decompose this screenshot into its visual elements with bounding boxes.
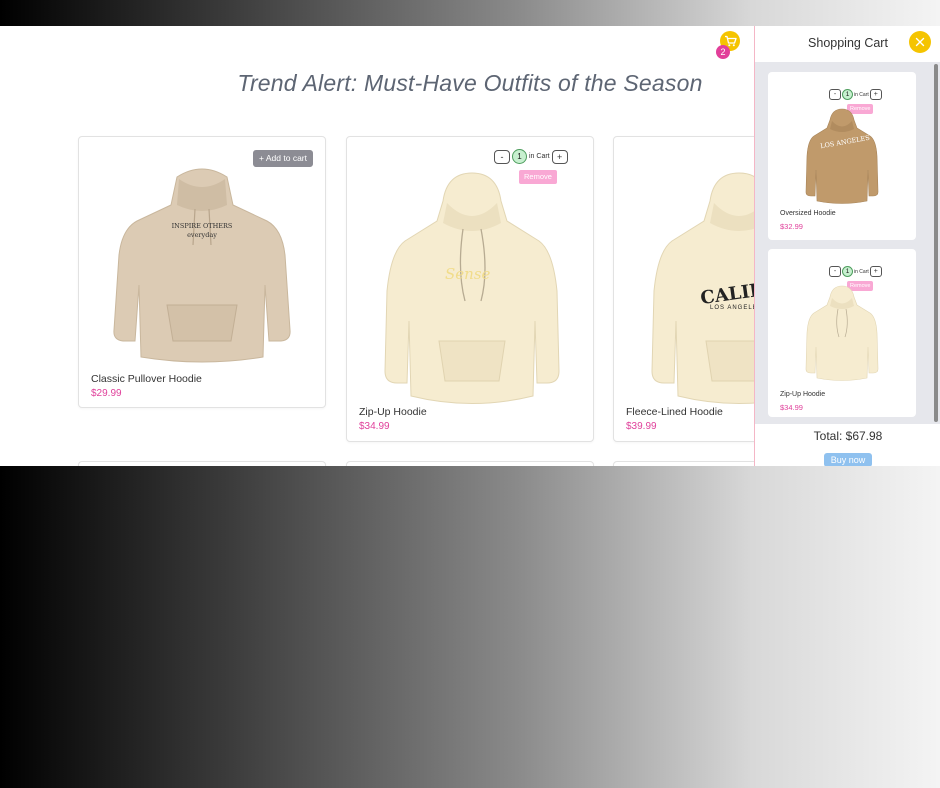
buy-now-button[interactable]: Buy now xyxy=(824,453,872,466)
cart-item-name: Oversized Hoodie xyxy=(780,210,836,217)
shopping-cart-panel: Shopping Cart - 1 in Cart + Remove LOS A… xyxy=(754,26,940,466)
close-icon xyxy=(915,37,925,47)
product-image xyxy=(384,172,560,404)
cart-count-badge: 2 xyxy=(716,45,730,59)
quantity-stepper: - 1 in Cart + xyxy=(829,266,882,277)
in-cart-label: in Cart xyxy=(854,91,869,98)
product-price: $34.99 xyxy=(359,421,390,432)
product-price: $29.99 xyxy=(91,388,122,399)
product-price: $39.99 xyxy=(626,421,657,432)
cart-item-image xyxy=(805,108,879,204)
in-cart-label: in Cart xyxy=(529,153,550,160)
cart-item: - 1 in Cart + Remove LOS ANGELES Oversiz… xyxy=(768,72,916,240)
quantity-count: 1 xyxy=(842,89,853,100)
product-print-text: INSPIRE OTHERS everyday xyxy=(171,222,233,239)
cart-item-image xyxy=(805,285,879,381)
product-name: Zip-Up Hoodie xyxy=(359,406,427,418)
cart-total: Total: $67.98 xyxy=(813,429,883,443)
product-card xyxy=(78,461,326,466)
close-cart-button[interactable] xyxy=(909,31,931,53)
product-name: Classic Pullover Hoodie xyxy=(91,373,202,385)
cart-items-list[interactable]: - 1 in Cart + Remove LOS ANGELES Oversiz… xyxy=(755,62,940,424)
product-name: Fleece-Lined Hoodie xyxy=(626,406,723,418)
decrease-quantity-button[interactable]: - xyxy=(829,89,841,100)
product-card xyxy=(346,461,594,466)
decrease-quantity-button[interactable]: - xyxy=(829,266,841,277)
increase-quantity-button[interactable]: + xyxy=(551,149,568,164)
increase-quantity-button[interactable]: + xyxy=(869,89,882,100)
store-viewport: Trend Alert: Must-Have Outfits of the Se… xyxy=(0,26,940,466)
cart-item-name: Zip-Up Hoodie xyxy=(780,391,826,398)
decrease-quantity-button[interactable]: - xyxy=(494,149,510,164)
quantity-count: 1 xyxy=(842,266,853,277)
product-card: - 1 in Cart + Remove Sense Zip-Up Hoodie… xyxy=(346,136,594,442)
cart-item: - 1 in Cart + Remove Zip-Up Hoodie $34.9… xyxy=(768,249,916,417)
cart-item-price: $32.99 xyxy=(780,222,803,231)
product-print-text: Sense xyxy=(445,265,491,283)
product-card: + Add to cart INSPIRE OTHERS everyday Cl… xyxy=(78,136,326,408)
increase-quantity-button[interactable]: + xyxy=(869,266,882,277)
quantity-stepper: - 1 in Cart + xyxy=(494,149,568,164)
quantity-stepper: - 1 in Cart + xyxy=(829,89,882,100)
quantity-count: 1 xyxy=(512,149,527,164)
product-image xyxy=(113,168,291,363)
cart-item-price: $34.99 xyxy=(780,403,803,412)
cart-scrollbar[interactable] xyxy=(934,64,938,422)
in-cart-label: in Cart xyxy=(854,268,869,275)
